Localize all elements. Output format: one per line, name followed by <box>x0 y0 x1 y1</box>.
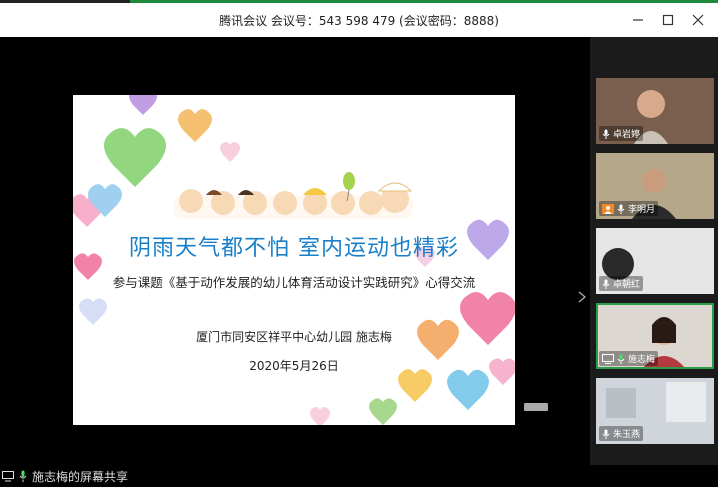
presentation-slide: 阴雨天气都不怕 室内运动也精彩 参与课题《基于动作发展的幼儿体育活动设计实践研究… <box>73 95 515 425</box>
shared-screen-area: 阴雨天气都不怕 室内运动也精彩 参与课题《基于动作发展的幼儿体育活动设计实践研究… <box>0 37 590 465</box>
chevron-right-icon <box>578 291 587 303</box>
maximize-button[interactable] <box>656 8 680 32</box>
screen-share-icon <box>602 353 614 364</box>
minimize-button[interactable] <box>626 8 650 32</box>
participant-label: 卓朝红 <box>599 276 644 291</box>
microphone-icon <box>602 129 610 139</box>
participant-name: 施志梅 <box>628 355 656 365</box>
microphone-icon <box>617 204 625 214</box>
slide-title: 阴雨天气都不怕 室内运动也精彩 <box>129 236 459 261</box>
microphone-icon <box>602 429 610 439</box>
participant-name: 李明月 <box>628 205 656 215</box>
participant-tile[interactable]: 卓岩婷 <box>596 78 714 144</box>
participant-label: 施志梅 <box>599 351 659 366</box>
participant-label: 卓岩婷 <box>599 126 644 141</box>
window-title: 腾讯会议 会议号：543 598 479 (会议密码：8888) <box>219 13 499 28</box>
title-bar: 腾讯会议 会议号：543 598 479 (会议密码：8888) <box>0 3 718 37</box>
close-button[interactable] <box>686 8 710 32</box>
window-controls <box>626 3 710 37</box>
participant-name: 卓岩婷 <box>613 130 641 140</box>
participant-label: 李明月 <box>599 201 659 216</box>
microphone-icon <box>602 279 610 289</box>
screen-share-status: 施志梅的屏幕共享 <box>32 469 129 484</box>
slide-date: 2020年5月26日 <box>249 359 339 373</box>
participant-panel: 卓岩婷 李明月 卓朝红 施志梅 朱玉燕 <box>590 37 718 465</box>
participant-name: 朱玉燕 <box>613 430 641 440</box>
slide-presenter: 厦门市同安区祥平中心幼儿园 施志梅 <box>196 330 392 344</box>
maximize-icon <box>662 14 674 26</box>
participant-tile[interactable]: 李明月 <box>596 153 714 219</box>
user-icon <box>602 203 614 214</box>
expand-panel-button[interactable] <box>576 289 588 305</box>
participant-tile[interactable]: 朱玉燕 <box>596 378 714 444</box>
participant-tile-active[interactable]: 施志梅 <box>596 303 714 369</box>
slide-subtitle: 参与课题《基于动作发展的幼儿体育活动设计实践研究》心得交流 <box>112 275 476 290</box>
status-bar: 施志梅的屏幕共享 <box>0 465 718 487</box>
participant-label: 朱玉燕 <box>599 426 644 441</box>
minimize-icon <box>633 19 643 21</box>
microphone-icon <box>17 470 29 482</box>
microphone-icon <box>617 354 625 364</box>
slide-nav-handle[interactable] <box>524 403 548 411</box>
participant-tile[interactable]: 卓朝红 <box>596 228 714 294</box>
participant-name: 卓朝红 <box>613 280 641 290</box>
screen-share-icon <box>2 470 14 482</box>
close-icon <box>692 14 704 26</box>
